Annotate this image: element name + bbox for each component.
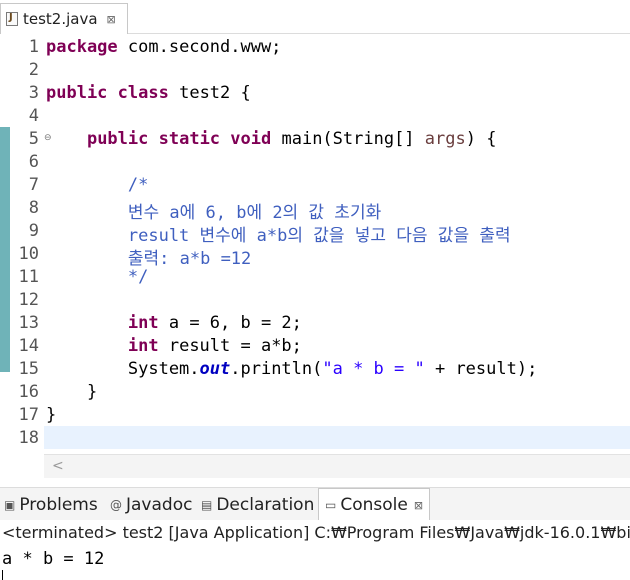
tab-console[interactable]: ▭ Console ⊠ [318,488,431,521]
code-line-9: result 변수에 a*b의 값을 넣고 다음 값을 출력 [46,226,511,246]
parameter-name: args [424,129,466,149]
code-text: .println( [230,359,323,379]
code-text: main(String[] [271,129,425,149]
line-number: 10 [18,244,39,264]
line-number: 13 [18,313,39,333]
line-number: 5 [28,129,39,149]
code-text: a = 6, b = 2; [158,313,302,333]
code-text: test2 { [168,83,251,103]
javadoc-icon: @ [110,497,122,512]
line-number: 17 [18,405,39,425]
console-status-line: <terminated> test2 [Java Application] C:… [2,523,630,542]
tab-label: Problems [19,494,98,515]
line-number: 8 [28,198,39,218]
code-line-16: } [46,382,98,402]
text-caret [2,570,3,580]
keyword: package [46,37,118,57]
code-line-13: int a = 6, b = 2; [46,313,302,333]
line-number: 12 [18,290,39,310]
code-line-10: 출력: a*b =12 [46,249,252,269]
change-ruler [0,127,10,372]
code-text: com.second.www; [117,37,282,57]
line-number: 7 [28,175,39,195]
code-line-8: 변수 a에 6, b에 2의 값 초기화 [46,203,382,223]
current-line-highlight [44,426,630,449]
editor-tab-label: test2.java [23,10,98,28]
line-number: 16 [18,382,39,402]
code-text: result = a*b; [158,336,302,356]
tab-declaration[interactable]: ▤ Declaration [201,488,314,521]
declaration-icon: ▤ [201,497,213,512]
editor-tab-bar: test2.java ⊠ [0,0,630,34]
keyword: static [158,129,221,149]
keyword: int [127,313,159,333]
keyword: int [127,336,159,356]
code-line-14: int result = a*b; [46,336,302,356]
code-line-3: public class test2 { [46,83,251,103]
line-number: 11 [18,267,39,287]
code-text: ) { [465,129,497,149]
close-icon[interactable]: ⊠ [414,499,423,512]
line-number: 9 [28,221,39,241]
code-editor[interactable]: 1 2 3 4 5 6 7 8 9 10 11 12 13 14 15 16 1… [0,35,630,454]
line-number: 1 [28,37,39,57]
console-icon: ▭ [325,498,337,512]
line-number: 15 [18,359,39,379]
line-number: 14 [18,336,39,356]
line-number: 2 [28,60,39,80]
horizontal-scrollbar[interactable]: < [44,454,630,478]
code-line-1: package com.second.www; [46,37,281,57]
code-text: System. [46,359,200,379]
line-number-gutter: 1 2 3 4 5 6 7 8 9 10 11 12 13 14 15 16 1… [10,35,52,454]
console-view[interactable]: <terminated> test2 [Java Application] C:… [0,520,630,580]
tab-problems[interactable]: ▣ Problems [4,488,98,521]
string-literal: "a * b = " [322,359,425,379]
close-icon[interactable]: ⊠ [107,13,116,26]
line-number: 3 [28,83,39,103]
static-field: out [199,359,231,379]
line-number: 6 [28,152,39,172]
tab-label: Javadoc [126,494,193,515]
code-line-7: /* [46,175,149,195]
console-output: a * b = 12 [2,549,105,569]
tab-javadoc[interactable]: @ Javadoc [110,488,192,521]
tab-label: Declaration [216,494,315,515]
keyword: void [230,129,272,149]
keyword: public [86,129,149,149]
code-line-17: } [46,405,57,425]
editor-tab-test2-java[interactable]: test2.java ⊠ [0,3,128,34]
code-line-15: System.out.println("a * b = " + result); [46,359,537,379]
keyword: class [117,83,169,103]
tab-label: Console [340,495,408,515]
scroll-left-icon[interactable]: < [52,458,64,474]
keyword: public [46,83,108,103]
problems-icon: ▣ [4,497,16,512]
line-number: 4 [28,106,39,126]
code-line-11: */ [46,267,149,287]
view-tab-bar: ▣ Problems @ Javadoc ▤ Declaration ▭ Con… [0,487,630,521]
java-file-icon [6,12,18,26]
line-number: 18 [18,428,39,448]
code-text: + result); [424,359,538,379]
code-line-5: public static void main(String[] args) { [46,129,497,149]
